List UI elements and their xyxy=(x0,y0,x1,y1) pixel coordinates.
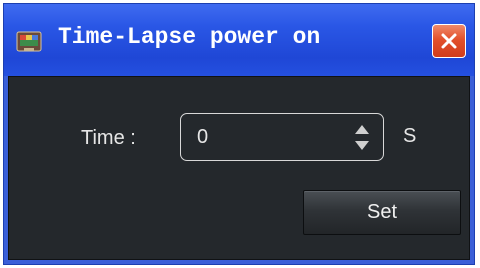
time-label: Time : xyxy=(81,127,136,149)
time-spinbox[interactable]: 0 xyxy=(180,113,384,161)
set-button[interactable]: Set xyxy=(303,190,461,235)
chevron-down-icon[interactable] xyxy=(353,139,371,153)
dialog-window: Time-Lapse power on Time : 0 S Set xyxy=(3,3,475,265)
chevron-up-icon[interactable] xyxy=(353,122,371,136)
close-button[interactable] xyxy=(432,24,466,58)
close-icon xyxy=(441,33,457,49)
window-title: Time-Lapse power on xyxy=(58,24,321,50)
title-bar[interactable]: Time-Lapse power on xyxy=(4,4,474,76)
app-icon xyxy=(16,28,42,54)
unit-label: S xyxy=(403,125,417,147)
dialog-body: Time : 0 S Set xyxy=(8,76,470,260)
time-input[interactable]: 0 xyxy=(197,126,208,149)
